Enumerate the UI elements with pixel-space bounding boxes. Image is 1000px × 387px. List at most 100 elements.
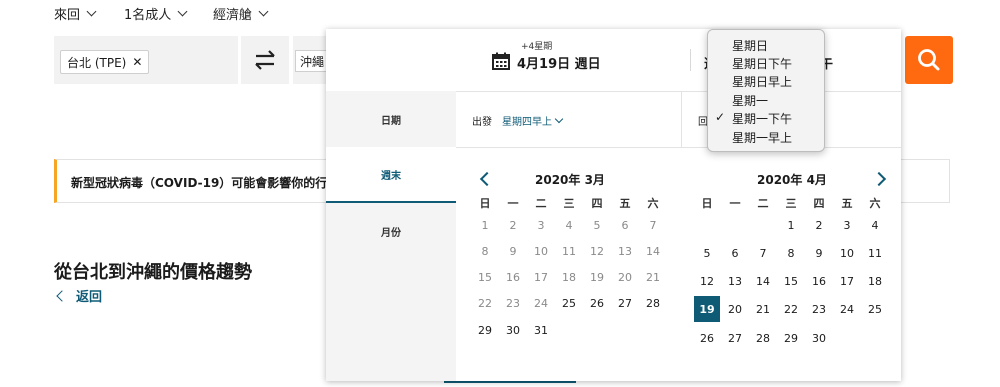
- depart-return-row: 出發 星期四早上 回: [456, 91, 901, 148]
- dropdown-option[interactable]: 星期日早上: [708, 72, 824, 90]
- calendar-day[interactable]: 28: [750, 325, 776, 351]
- passengers-select[interactable]: 1名成人: [124, 4, 188, 23]
- origin-chip[interactable]: 台北 (TPE) ✕: [60, 50, 150, 74]
- calendar-day[interactable]: 25: [556, 290, 582, 316]
- calendar-day: 20: [618, 270, 632, 284]
- calendar-day[interactable]: 24: [834, 296, 860, 322]
- swap-button[interactable]: [241, 36, 289, 84]
- depart-day-value: 星期四早上: [502, 117, 552, 128]
- price-trend-title: 從台北到沖繩的價格趨勢: [54, 262, 252, 283]
- calendar-day[interactable]: 25: [862, 296, 888, 322]
- header-date[interactable]: 4月19日 週日: [517, 53, 601, 72]
- calendar-day[interactable]: 27: [722, 325, 748, 351]
- calendar-day: 23: [506, 296, 520, 310]
- remove-icon[interactable]: ✕: [132, 55, 142, 69]
- dropdown-option-label: 星期一下午: [732, 112, 793, 126]
- weekday-header: 一: [507, 197, 519, 210]
- calendar-day[interactable]: 17: [834, 268, 860, 294]
- cabin-select[interactable]: 經濟艙: [213, 4, 269, 23]
- mode-sidebar: 日期 週末 月份: [326, 91, 456, 381]
- dropdown-option[interactable]: 星期一早上: [708, 128, 824, 146]
- calendar-day[interactable]: 4: [862, 212, 888, 238]
- weekday-header: 三: [563, 197, 575, 210]
- weekday-header: 六: [869, 197, 881, 210]
- calendar-day: 2: [509, 218, 517, 232]
- dropdown-option[interactable]: 星期日下午: [708, 54, 824, 72]
- calendar-day[interactable]: 10: [834, 240, 860, 266]
- march-title: 2020年 3月: [535, 173, 605, 187]
- calendar-day[interactable]: 26: [584, 290, 610, 316]
- calendar-day[interactable]: 29: [778, 325, 804, 351]
- calendar-day[interactable]: 5: [694, 240, 720, 266]
- dropdown-option[interactable]: 星期日: [708, 36, 824, 54]
- calendar-day[interactable]: 7: [750, 240, 776, 266]
- april-title: 2020年 4月: [757, 173, 827, 187]
- calendar-day[interactable]: 28: [640, 290, 666, 316]
- checkmark-icon: ✓: [715, 110, 726, 124]
- calendar-day: 12: [590, 244, 604, 258]
- calendar-day: 22: [478, 296, 492, 310]
- calendar-day: 4: [565, 218, 573, 232]
- back-link[interactable]: 返回: [56, 286, 102, 305]
- weekday-header: 二: [757, 197, 769, 210]
- dropdown-option-label: 星期一早上: [732, 131, 793, 145]
- calendar-day: 13: [618, 244, 632, 258]
- weekday-header: 五: [619, 197, 631, 210]
- dropdown-option-label: 星期一: [732, 94, 769, 108]
- chevron-down-icon: [86, 6, 97, 17]
- calendar-day: 15: [478, 270, 492, 284]
- calendar-day: 21: [646, 270, 660, 284]
- calendar-day[interactable]: 23: [806, 296, 832, 322]
- header-divider: [690, 49, 691, 71]
- calendar-day[interactable]: 9: [806, 240, 832, 266]
- calendar-icon: [492, 52, 510, 70]
- weekday-header: 一: [729, 197, 741, 210]
- calendar-day: 8: [481, 244, 489, 258]
- trip-type-label: 來回: [54, 8, 81, 23]
- calendar-day[interactable]: 11: [862, 240, 888, 266]
- calendar-day: 10: [534, 244, 548, 258]
- selected-day[interactable]: 19: [694, 296, 720, 322]
- depart-day-select[interactable]: 星期四早上: [502, 113, 564, 128]
- return-day-dropdown[interactable]: 星期日 星期日下午星期日早上星期一 ✓ 星期一下午星期一早上: [707, 29, 825, 152]
- calendar-day[interactable]: 30: [500, 317, 526, 343]
- trip-type-select[interactable]: 來回: [54, 4, 97, 23]
- calendar-day[interactable]: 1: [778, 212, 804, 238]
- calendar-day: 3: [537, 218, 545, 232]
- calendar-day[interactable]: 18: [862, 268, 888, 294]
- tab-weekends[interactable]: 週末: [326, 147, 456, 203]
- calendar-day[interactable]: 22: [778, 296, 804, 322]
- calendar-day: 9: [509, 244, 517, 258]
- calendar-day[interactable]: 14: [750, 268, 776, 294]
- next-month-arrow[interactable]: [871, 171, 887, 187]
- chevron-left-icon: [56, 289, 68, 302]
- calendar-day[interactable]: 6: [722, 240, 748, 266]
- destination-chip-label: 沖繩: [300, 54, 325, 69]
- calendar-day[interactable]: 8: [778, 240, 804, 266]
- calendar-day[interactable]: 16: [806, 268, 832, 294]
- search-button[interactable]: [905, 36, 953, 84]
- calendar-day[interactable]: 29: [472, 317, 498, 343]
- dropdown-option-label: 星期日早上: [732, 75, 793, 89]
- calendar-day[interactable]: 2: [806, 212, 832, 238]
- prev-month-arrow[interactable]: [479, 171, 495, 187]
- dropdown-option[interactable]: ✓ 星期一下午: [708, 109, 824, 127]
- calendar-day[interactable]: 3: [834, 212, 860, 238]
- origin-chip-label: 台北 (TPE): [67, 55, 127, 70]
- tab-dates[interactable]: 日期: [326, 91, 456, 147]
- notice-text: 新型冠狀病毒（COVID-19）可能會影響你的行程: [71, 176, 340, 190]
- calendar-day[interactable]: 27: [612, 290, 638, 316]
- calendar-day[interactable]: 20: [722, 296, 748, 322]
- calendar-day: 18: [562, 270, 576, 284]
- calendar-day[interactable]: 26: [694, 325, 720, 351]
- calendar-day[interactable]: 21: [750, 296, 776, 322]
- calendar-day[interactable]: 15: [778, 268, 804, 294]
- calendar-day[interactable]: 13: [722, 268, 748, 294]
- calendar-day[interactable]: 30: [806, 325, 832, 351]
- calendar-day[interactable]: 31: [528, 317, 554, 343]
- dropdown-option-label: 星期日: [732, 39, 769, 53]
- dropdown-option[interactable]: 星期一: [708, 91, 824, 109]
- calendar-day[interactable]: 12: [694, 268, 720, 294]
- weekday-header: 二: [535, 197, 547, 210]
- tab-months[interactable]: 月份: [326, 203, 456, 259]
